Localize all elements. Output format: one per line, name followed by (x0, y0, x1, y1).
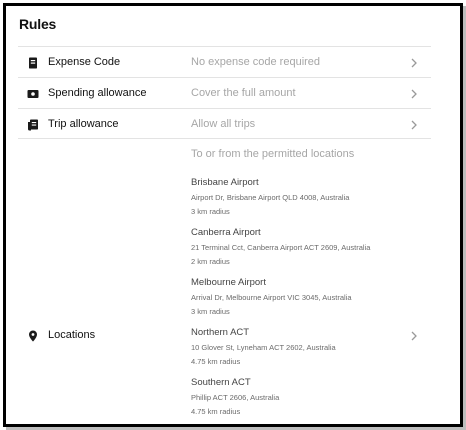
location-address: 21 Terminal Cct, Canberra Airport ACT 26… (191, 243, 371, 252)
location-item: Melbourne Airport Arrival Dr, Melbourne … (191, 277, 421, 317)
location-address: Arrival Dr, Melbourne Airport VIC 3045, … (191, 293, 352, 302)
rule-row-trip-allowance[interactable]: Trip allowance Allow all trips (18, 108, 431, 140)
rule-row-locations[interactable]: To or from the permitted locations Brisb… (18, 138, 431, 424)
rule-row-expense-code[interactable]: Expense Code No expense code required (18, 46, 431, 78)
rule-label: Trip allowance (48, 118, 119, 130)
chevron-right-icon (411, 331, 417, 341)
location-name: Brisbane Airport (191, 177, 259, 188)
location-address: Phillip ACT 2606, Australia (191, 393, 280, 402)
location-item: Brisbane Airport Airport Dr, Brisbane Ai… (191, 177, 421, 217)
rules-panel: Rules Expense Code No expense code requi… (3, 3, 463, 427)
rule-value: No expense code required (191, 56, 321, 68)
chevron-right-icon (411, 58, 417, 68)
location-name: Melbourne Airport (191, 277, 266, 288)
rule-value: Allow all trips (191, 118, 256, 130)
location-name: Northern ACT (191, 327, 250, 338)
map-pin-icon (29, 330, 37, 342)
location-radius: 2 km radius (191, 257, 230, 266)
chevron-right-icon (411, 120, 417, 130)
receipt-icon (28, 119, 38, 131)
location-radius: 4.75 km radius (191, 407, 241, 416)
page-title: Rules (19, 16, 57, 32)
chevron-right-icon (411, 89, 417, 99)
rule-label: Expense Code (48, 56, 121, 68)
location-address: Airport Dr, Brisbane Airport QLD 4008, A… (191, 193, 350, 202)
location-radius: 3 km radius (191, 207, 230, 216)
document-icon (29, 57, 37, 69)
rule-row-spending-allowance[interactable]: Spending allowance Cover the full amount (18, 77, 431, 109)
location-item: Northern ACT 10 Glover St, Lyneham ACT 2… (191, 327, 421, 367)
location-radius: 4.75 km radius (191, 357, 241, 366)
rule-label: Locations (48, 329, 96, 341)
location-name: Canberra Airport (191, 227, 261, 238)
location-radius: 3 km radius (191, 307, 230, 316)
rule-label: Spending allowance (48, 87, 147, 99)
location-name: Southern ACT (191, 377, 251, 388)
location-item: Canberra Airport 21 Terminal Cct, Canber… (191, 227, 421, 267)
location-item: Southern ACT Phillip ACT 2606, Australia… (191, 377, 421, 417)
wallet-icon (27, 90, 39, 98)
locations-lead-text: To or from the permitted locations (191, 148, 355, 160)
location-address: 10 Glover St, Lyneham ACT 2602, Australi… (191, 343, 336, 352)
rule-value: Cover the full amount (191, 87, 296, 99)
